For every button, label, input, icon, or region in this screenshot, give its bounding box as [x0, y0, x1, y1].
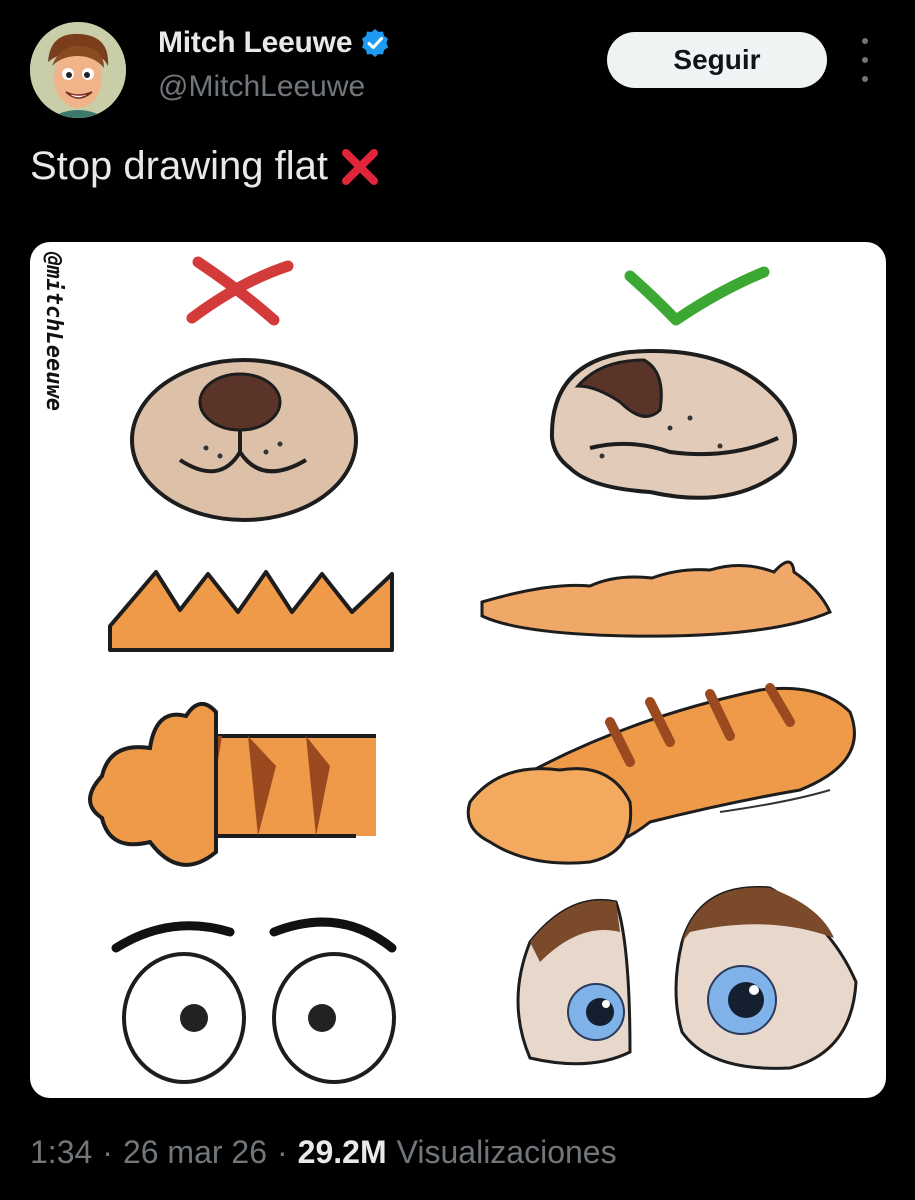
3d-paw-drawing	[466, 683, 856, 865]
author-name-row[interactable]: Mitch Leeuwe	[158, 26, 390, 60]
3d-nose-drawing	[549, 349, 797, 500]
separator-dot: ·	[277, 1134, 288, 1170]
3d-eyes-drawing	[516, 885, 858, 1070]
red-cross-icon	[186, 256, 294, 326]
image-watermark: @mitchLeeuwe	[41, 252, 66, 411]
3d-fur-drawing	[480, 560, 832, 638]
cross-mark-icon	[338, 145, 382, 189]
tweet-text: Stop drawing flat	[30, 144, 382, 189]
green-check-icon	[624, 266, 770, 326]
flat-nose-drawing	[130, 358, 358, 522]
views-label: Visualizaciones	[396, 1134, 617, 1170]
follow-button[interactable]: Seguir	[607, 32, 827, 88]
separator-dot: ·	[102, 1134, 113, 1170]
more-options-icon[interactable]	[850, 38, 880, 82]
tweet-body: Stop drawing flat	[30, 144, 328, 188]
tweet-image[interactable]	[30, 242, 886, 1098]
tweet-time[interactable]: 1:34	[30, 1134, 92, 1171]
author-handle[interactable]: @MitchLeeuwe	[158, 70, 365, 104]
tweet-footer: 1:34 · 26 mar 26 · 29.2M Visualizaciones	[30, 1134, 617, 1171]
views-count: 29.2M	[297, 1134, 387, 1170]
flat-paw-drawing	[88, 702, 376, 867]
verified-badge-icon	[360, 28, 390, 58]
avatar[interactable]	[30, 22, 126, 118]
flat-fur-drawing	[108, 570, 394, 652]
flat-eyes-drawing	[111, 917, 397, 1084]
tweet-header: Mitch Leeuwe @MitchLeeuwe Seguir	[0, 0, 915, 130]
tweet-date[interactable]: 26 mar 26	[123, 1134, 267, 1171]
author-name[interactable]: Mitch Leeuwe	[158, 26, 353, 60]
